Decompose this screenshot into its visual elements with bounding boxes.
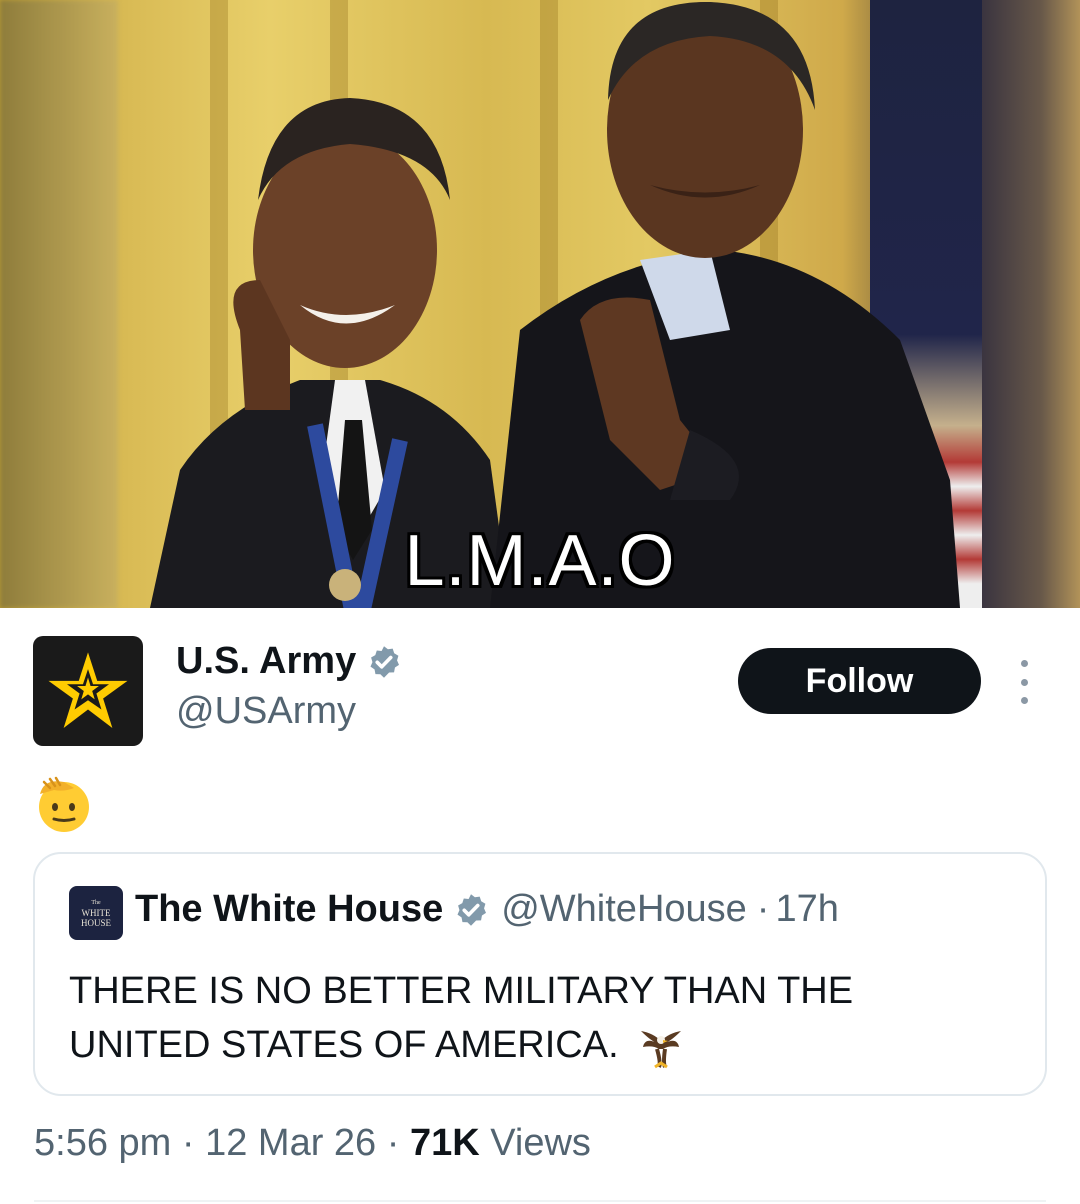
meme-background-right (982, 0, 1080, 608)
quoted-author-handle[interactable]: @WhiteHouse (501, 888, 747, 931)
dot (1020, 697, 1028, 704)
author-handle[interactable]: @USArmy (176, 690, 356, 733)
author-name[interactable]: U.S. Army (176, 640, 356, 683)
divider (34, 1200, 1046, 1202)
eagle-emoji (641, 1030, 682, 1069)
meme-image[interactable]: L.M.A.O (0, 0, 1080, 608)
post-date[interactable]: 12 Mar 26 (205, 1122, 376, 1164)
views-label: Views (479, 1122, 591, 1164)
meta-separator: · (756, 888, 770, 930)
more-options-icon[interactable] (1010, 660, 1038, 704)
quoted-post-age[interactable]: 17h (775, 888, 838, 931)
army-star-icon (48, 652, 128, 728)
author-avatar[interactable] (33, 636, 143, 746)
post-metadata: 5:56 pm · 12 Mar 26 · 71K Views (34, 1122, 591, 1165)
quoted-post-header: The White House @WhiteHouse · 17h (135, 888, 839, 931)
dot (1020, 660, 1028, 667)
avatar-text-line: WHITE (81, 908, 111, 918)
quoted-author-name[interactable]: The White House (135, 888, 443, 931)
quoted-post-card[interactable]: The WHITE HOUSE The White House @WhiteHo… (33, 852, 1047, 1096)
quoted-post-text-block: THERE IS NO BETTER MILITARY THAN THE UNI… (69, 964, 969, 1072)
person-placing-medal (490, 1, 960, 608)
author-name-row[interactable]: U.S. Army (176, 640, 402, 683)
meta-separator: · (376, 1122, 410, 1164)
white-house-avatar[interactable]: The WHITE HOUSE (69, 886, 123, 940)
dot (1020, 678, 1028, 686)
verified-badge-icon (370, 645, 400, 678)
post-time[interactable]: 5:56 pm (34, 1122, 171, 1164)
meme-background-left (0, 0, 118, 608)
meta-separator: · (171, 1122, 206, 1164)
avatar-text-line: The (91, 900, 101, 906)
avatar-text-line: HOUSE (80, 918, 111, 928)
verified-badge-icon (457, 893, 487, 926)
meme-caption: L.M.A.O (404, 521, 676, 601)
saluting-face-emoji (39, 776, 89, 832)
views-count[interactable]: 71K (410, 1122, 480, 1164)
quoted-post-text: THERE IS NO BETTER MILITARY THAN THE UNI… (69, 970, 854, 1066)
follow-button[interactable]: Follow (738, 648, 981, 714)
